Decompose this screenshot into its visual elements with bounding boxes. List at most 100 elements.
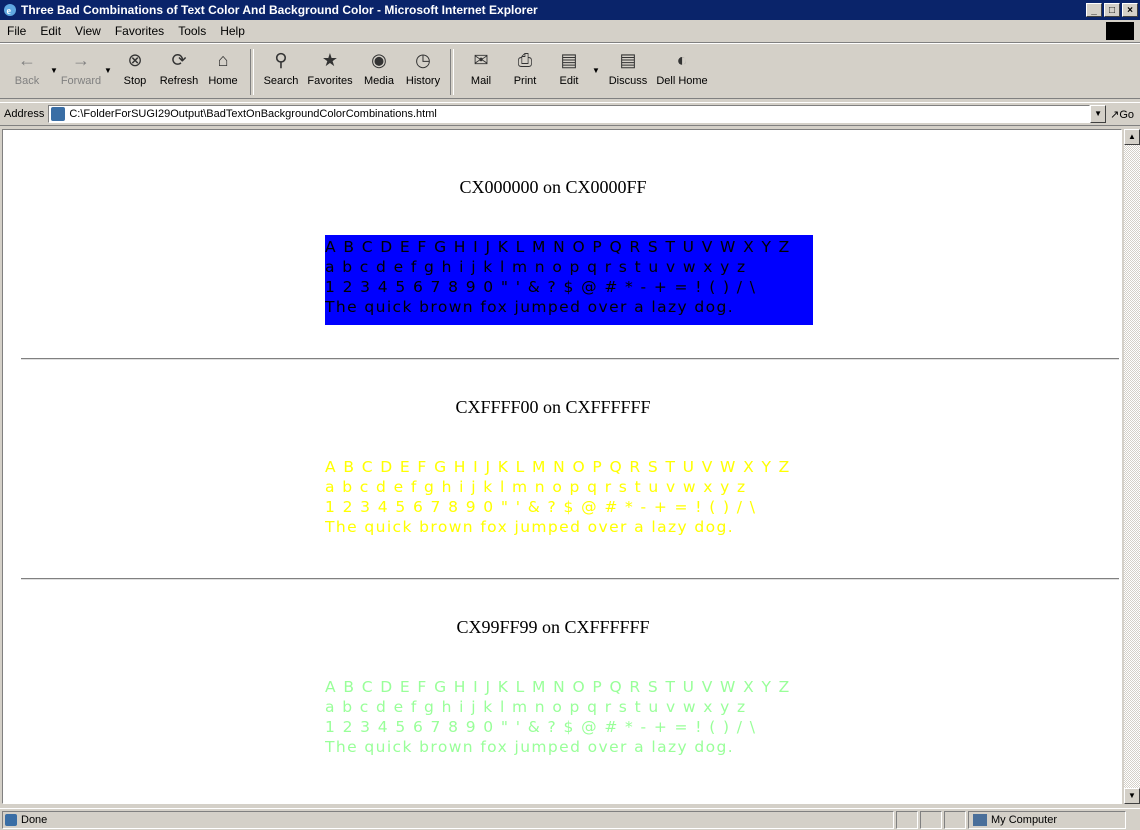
back-label: Back xyxy=(14,75,40,87)
media-button[interactable]: ◉ Media xyxy=(358,44,400,88)
history-label: History xyxy=(405,75,441,87)
address-value: C:\FolderForSUGI29Output\BadTextOnBackgr… xyxy=(69,108,437,120)
status-pane xyxy=(944,810,966,829)
mail-button[interactable]: ✉ Mail xyxy=(460,44,502,88)
sample-line: A B C D E F G H I J K L M N O P Q R S T … xyxy=(325,238,791,256)
dell-home-icon: ◐ xyxy=(676,49,688,70)
search-icon: ⚲ xyxy=(274,49,288,70)
section-title: CXFFFF00 on CXFFFFFF xyxy=(455,397,651,417)
minimize-button[interactable]: _ xyxy=(1086,3,1102,17)
search-button[interactable]: ⚲ Search xyxy=(260,44,302,88)
my-computer-icon xyxy=(973,813,987,826)
scroll-down-icon[interactable]: ▼ xyxy=(1124,788,1140,804)
toolbar-separator xyxy=(450,49,454,95)
forward-button[interactable]: → Forward xyxy=(60,44,102,88)
section-title: CX99FF99 on CXFFFFFF xyxy=(456,617,650,637)
menu-favorites[interactable]: Favorites xyxy=(108,24,171,38)
history-icon: ◷ xyxy=(415,49,431,70)
forward-arrow-icon: → xyxy=(72,49,90,70)
svg-text:e: e xyxy=(7,6,12,17)
status-pane xyxy=(896,810,918,829)
color-sample-block: A B C D E F G H I J K L M N O P Q R S T … xyxy=(325,455,813,545)
section-title: CX000000 on CX0000FF xyxy=(459,177,647,197)
zone-label: My Computer xyxy=(991,813,1058,826)
status-pane xyxy=(920,810,942,829)
maximize-button[interactable]: □ xyxy=(1104,3,1120,17)
home-button[interactable]: ⌂ Home xyxy=(202,44,244,88)
back-button[interactable]: ← Back xyxy=(6,44,48,88)
vertical-scrollbar[interactable]: ▲ ▼ xyxy=(1124,129,1140,804)
dell-home-label: Dell Home xyxy=(656,75,708,87)
stop-button[interactable]: ⊗ Stop xyxy=(114,44,156,88)
sample-line: a b c d e f g h i j k l m n o p q r s t … xyxy=(325,698,747,716)
sample-line: A B C D E F G H I J K L M N O P Q R S T … xyxy=(325,678,791,696)
menu-edit[interactable]: Edit xyxy=(33,24,68,38)
sample-line: The quick brown fox jumped over a lazy d… xyxy=(325,518,735,536)
refresh-button[interactable]: ⟳ Refresh xyxy=(158,44,200,88)
status-bar: Done My Computer xyxy=(0,808,1140,830)
mail-icon: ✉ xyxy=(473,49,489,70)
menu-tools[interactable]: Tools xyxy=(171,24,213,38)
mail-label: Mail xyxy=(470,75,492,87)
menu-help[interactable]: Help xyxy=(213,24,252,38)
title-bar: e Three Bad Combinations of Text Color A… xyxy=(0,0,1140,20)
status-text-pane: Done xyxy=(2,810,894,829)
favorites-button[interactable]: ★ Favorites xyxy=(304,44,356,88)
history-button[interactable]: ◷ History xyxy=(402,44,444,88)
close-button[interactable]: × xyxy=(1122,3,1138,17)
edit-label: Edit xyxy=(559,75,579,87)
window-title: Three Bad Combinations of Text Color And… xyxy=(21,3,538,17)
page-done-icon xyxy=(5,813,17,826)
sample-line: 1 2 3 4 5 6 7 8 9 0 " ' & ? $ @ # * - + … xyxy=(325,718,757,736)
search-label: Search xyxy=(263,75,299,87)
menu-view[interactable]: View xyxy=(68,24,108,38)
favorites-icon: ★ xyxy=(321,49,339,70)
discuss-label: Discuss xyxy=(608,75,648,87)
go-button[interactable]: ↗Go xyxy=(1110,108,1140,121)
print-button[interactable]: ⎙ Print xyxy=(504,44,546,88)
horizontal-rule xyxy=(21,578,1119,580)
dell-home-button[interactable]: ◐ Dell Home xyxy=(656,44,708,88)
menu-bar: File Edit View Favorites Tools Help xyxy=(0,20,1140,43)
media-icon: ◉ xyxy=(371,49,387,70)
favorites-label: Favorites xyxy=(307,75,353,87)
forward-dropdown-icon[interactable]: ▼ xyxy=(104,66,114,75)
forward-label: Forward xyxy=(60,75,102,87)
address-dropdown-icon[interactable]: ▼ xyxy=(1090,105,1107,123)
scroll-up-icon[interactable]: ▲ xyxy=(1124,129,1140,145)
address-input[interactable]: C:\FolderForSUGI29Output\BadTextOnBackgr… xyxy=(48,105,1091,123)
sample-line: The quick brown fox jumped over a lazy d… xyxy=(325,298,735,316)
sample-line: A B C D E F G H I J K L M N O P Q R S T … xyxy=(325,458,791,476)
page-icon xyxy=(51,107,66,121)
status-text: Done xyxy=(21,813,48,826)
discuss-button[interactable]: ▤ Discuss xyxy=(602,44,654,88)
resize-grip[interactable] xyxy=(1126,811,1140,829)
security-zone: My Computer xyxy=(968,810,1126,829)
home-icon: ⌂ xyxy=(217,49,229,70)
discuss-icon: ▤ xyxy=(619,49,637,70)
color-sample-block: A B C D E F G H I J K L M N O P Q R S T … xyxy=(325,235,813,325)
back-dropdown-icon[interactable]: ▼ xyxy=(50,66,60,75)
color-sample-block: A B C D E F G H I J K L M N O P Q R S T … xyxy=(325,675,813,765)
address-bar: Address C:\FolderForSUGI29Output\BadText… xyxy=(0,102,1140,126)
sample-line: The quick brown fox jumped over a lazy d… xyxy=(325,738,735,756)
menu-file[interactable]: File xyxy=(0,24,33,38)
back-arrow-icon: ← xyxy=(18,49,36,70)
windows-logo-icon xyxy=(1106,22,1134,40)
media-label: Media xyxy=(364,75,394,87)
sample-line: 1 2 3 4 5 6 7 8 9 0 " ' & ? $ @ # * - + … xyxy=(325,498,757,516)
edit-button[interactable]: ▤ Edit xyxy=(548,44,590,88)
refresh-icon: ⟳ xyxy=(171,49,187,70)
horizontal-rule xyxy=(21,358,1119,360)
edit-icon: ▤ xyxy=(560,49,578,70)
refresh-label: Refresh xyxy=(159,75,199,87)
stop-icon: ⊗ xyxy=(127,49,143,70)
sample-line: a b c d e f g h i j k l m n o p q r s t … xyxy=(325,258,747,276)
home-label: Home xyxy=(208,75,238,87)
page-content: CX000000 on CX0000FF A B C D E F G H I J… xyxy=(2,129,1122,804)
edit-dropdown-icon[interactable]: ▼ xyxy=(592,66,602,75)
address-label: Address xyxy=(4,108,45,120)
toolbar-separator xyxy=(250,49,254,95)
standard-toolbar: ← Back ▼ → Forward ▼ ⊗ Stop ⟳ Refresh ⌂ … xyxy=(0,43,1140,99)
ie-logo-icon: e xyxy=(4,4,16,17)
